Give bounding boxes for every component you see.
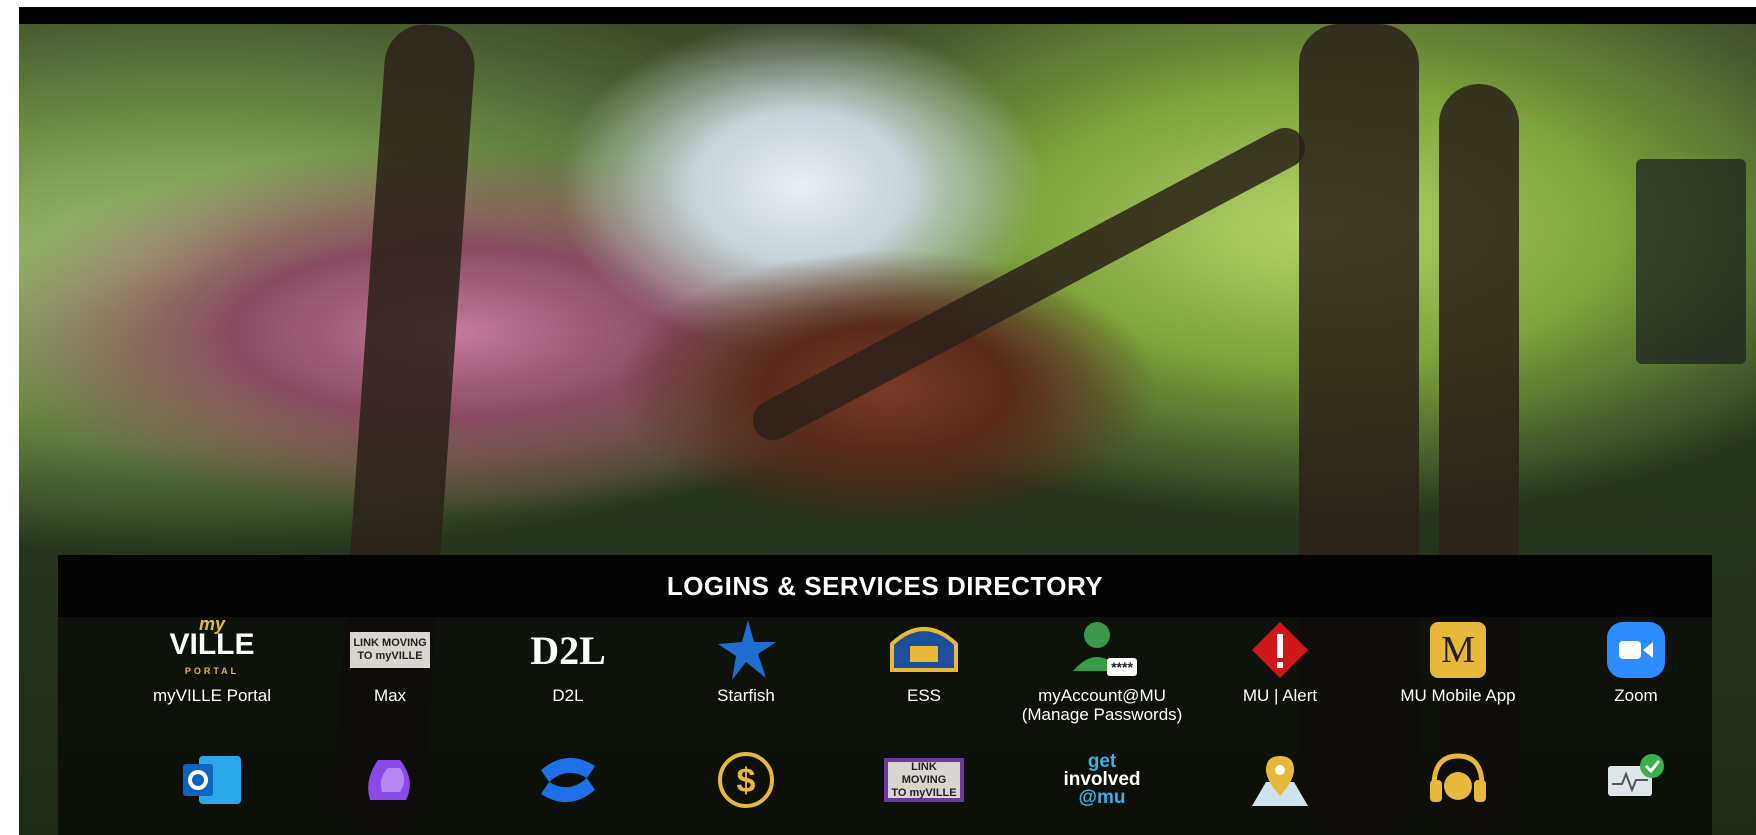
tile-label: Zoom [1614,686,1658,705]
black-top-bar [19,7,1756,24]
user-password-icon: **** [1062,620,1142,680]
d2l-icon: D2L [530,627,606,673]
zoom-camera-icon [1596,620,1676,680]
monitor-check-icon [1596,750,1676,810]
get-involved-icon: get involved @mu [1063,751,1141,808]
tile-d2l[interactable]: D2L D2L [479,620,657,706]
link-moving-max-icon: LINK MOVING TO myVILLE [350,620,430,680]
tile-help-desk[interactable] [1369,750,1547,810]
tile-get-involved[interactable]: get involved @mu [1013,750,1191,810]
svg-text:$: $ [737,762,756,800]
tile-myville-portal[interactable]: my VILLE PORTAL myVILLE Portal [123,614,301,705]
services-directory-panel: LOGINS & SERVICES DIRECTORY my VILLE PORTA… [58,555,1712,835]
top-strip [0,0,1756,7]
tile-ess[interactable]: ESS [835,620,1013,705]
tile-mu-alert[interactable]: MU | Alert [1191,620,1369,705]
tile-link-moving-gear[interactable]: LINK MOVING TO myVILLE [835,750,1013,810]
tile-copilot[interactable] [301,750,479,810]
directory-title: LOGINS & SERVICES DIRECTORY [666,570,1104,601]
directory-header: LOGINS & SERVICES DIRECTORY [58,555,1712,617]
tile-label: myAccount@MU (Manage Passwords) [1021,686,1183,724]
tile-dollar[interactable]: $ [657,750,835,810]
tile-system-status[interactable] [1547,750,1725,810]
hero-frame: LOGINS & SERVICES DIRECTORY my VILLE PORTA… [19,7,1756,835]
copilot-icon [350,750,430,810]
mu-mobile-app-icon: M [1418,620,1498,680]
alert-icon [1240,620,1320,680]
tree-branch [745,120,1313,448]
tile-label: myVILLE Portal [152,686,272,705]
map-pin-icon [1240,750,1320,810]
dollar-icon: $ [706,750,786,810]
ess-keystone-icon [884,620,964,680]
tile-label: D2L [552,686,584,705]
confluence-icon [528,750,608,810]
tile-confluence[interactable] [479,750,657,810]
tile-label: ESS [906,686,942,705]
tile-starfish[interactable]: Starfish [657,620,835,705]
link-moving-gear-icon: LINK MOVING TO myVILLE [884,750,964,810]
tile-outlook[interactable] [123,750,301,810]
tile-label: MU Mobile App [1400,686,1516,705]
tile-zoom[interactable]: Zoom [1547,620,1725,705]
help-desk-icon [1418,750,1498,810]
tile-mu-mobile-app[interactable]: M MU Mobile App [1369,620,1547,705]
tile-myaccount[interactable]: **** myAccount@MU (Manage Passwords) [1013,620,1191,724]
tile-label: MU | Alert [1242,686,1318,705]
tile-campus-map[interactable] [1191,750,1369,810]
street-lamp [1636,159,1746,364]
starfish-icon [706,620,786,680]
outlook-icon [172,750,252,810]
tile-label: Max [373,686,407,705]
myville-portal-icon: my VILLE PORTAL [169,614,255,676]
tile-max[interactable]: LINK MOVING TO myVILLE Max [301,620,479,705]
tile-label: Starfish [717,686,775,705]
